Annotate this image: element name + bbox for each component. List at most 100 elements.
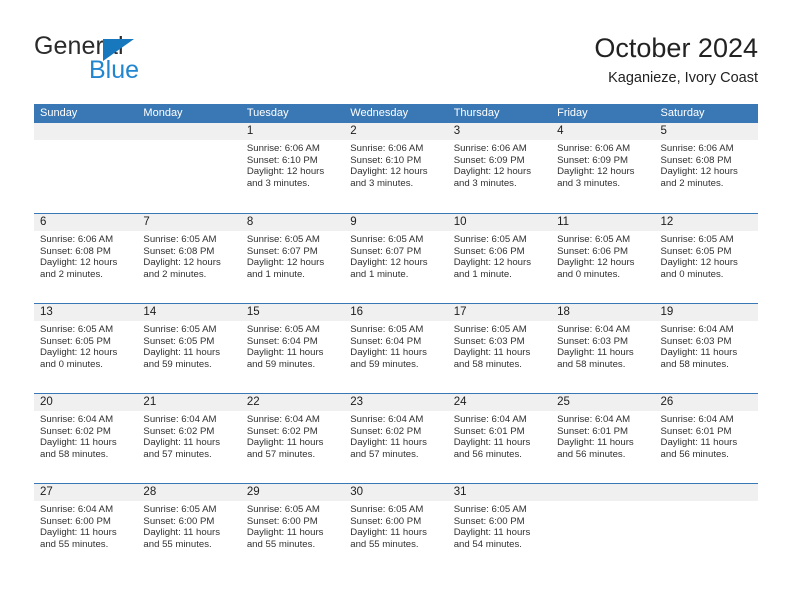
day-cell-empty (34, 123, 137, 213)
calendar-weeks: 1 Sunrise: 6:06 AM Sunset: 6:10 PM Daylight… (34, 123, 758, 573)
day-cell-11[interactable]: 11 Sunrise: 6:05 AM Sunset: 6:06 PM Dayligh… (551, 214, 654, 303)
day-detail-line: and 0 minutes. (40, 358, 103, 370)
day-details: Sunrise: 6:06 AM Sunset: 6:09 PM Daylight:… (557, 143, 652, 189)
day-details: Sunrise: 6:06 AM Sunset: 6:08 PM Daylight:… (661, 143, 756, 189)
weekday-header-thursday: Thursday (453, 107, 500, 119)
day-detail-line: Sunrise: 6:06 AM (557, 143, 631, 154)
day-detail-line: Sunrise: 6:04 AM (246, 414, 320, 425)
day-details: Sunrise: 6:06 AM Sunset: 6:10 PM Daylight:… (247, 143, 342, 189)
day-cell-29[interactable]: 29 Sunrise: 6:05 AM Sunset: 6:00 PM Dayligh… (241, 484, 344, 573)
day-detail-line: and 58 minutes. (660, 358, 729, 370)
day-detail-line: Sunset: 6:07 PM (246, 245, 318, 257)
day-cell-19[interactable]: 19 Sunrise: 6:04 AM Sunset: 6:03 PM Dayligh… (655, 304, 758, 393)
day-detail-line: Sunrise: 6:05 AM (350, 324, 424, 335)
day-detail-line: Daylight: 11 hours (40, 527, 117, 539)
day-detail-line: Sunset: 6:03 PM (557, 335, 629, 347)
day-detail-line: Sunrise: 6:04 AM (40, 504, 114, 515)
day-detail-line: Sunrise: 6:05 AM (143, 234, 217, 245)
day-detail-line: and 56 minutes. (453, 448, 522, 460)
day-cell-2[interactable]: 2 Sunrise: 6:06 AM Sunset: 6:10 PM Daylight… (344, 123, 447, 213)
day-cell-17[interactable]: 17 Sunrise: 6:05 AM Sunset: 6:03 PM Dayligh… (448, 304, 551, 393)
day-cell-14[interactable]: 14 Sunrise: 6:05 AM Sunset: 6:05 PM Dayligh… (137, 304, 240, 393)
day-details: Sunrise: 6:05 AM Sunset: 6:07 PM Daylight:… (350, 234, 445, 280)
day-detail-line: and 59 minutes. (143, 358, 212, 370)
calendar-week-row: 13 Sunrise: 6:05 AM Sunset: 6:05 PM Dayligh… (34, 303, 758, 393)
day-cell-6[interactable]: 6 Sunrise: 6:06 AM Sunset: 6:08 PM Daylight… (34, 214, 137, 303)
day-detail-line: Sunset: 6:10 PM (350, 154, 422, 166)
day-details: Sunrise: 6:05 AM Sunset: 6:05 PM Daylight:… (143, 324, 238, 370)
day-cell-31[interactable]: 31 Sunrise: 6:05 AM Sunset: 6:00 PM Dayligh… (448, 484, 551, 573)
day-cell-28[interactable]: 28 Sunrise: 6:05 AM Sunset: 6:00 PM Dayligh… (137, 484, 240, 573)
day-detail-line: Sunset: 6:08 PM (143, 245, 215, 257)
day-detail-line: and 1 minute. (246, 268, 305, 280)
day-detail-line: Sunrise: 6:06 AM (350, 143, 424, 154)
day-number: 20 (40, 396, 53, 408)
day-cell-15[interactable]: 15 Sunrise: 6:05 AM Sunset: 6:04 PM Dayligh… (241, 304, 344, 393)
day-cell-12[interactable]: 12 Sunrise: 6:05 AM Sunset: 6:05 PM Dayligh… (655, 214, 758, 303)
day-number: 10 (453, 216, 467, 228)
day-detail-line: Sunset: 6:00 PM (246, 515, 318, 527)
day-detail-line: Sunset: 6:06 PM (453, 245, 525, 257)
day-cell-16[interactable]: 16 Sunrise: 6:05 AM Sunset: 6:04 PM Dayligh… (344, 304, 447, 393)
day-cell-25[interactable]: 25 Sunrise: 6:04 AM Sunset: 6:01 PM Dayligh… (551, 394, 654, 483)
day-number: 8 (246, 216, 254, 228)
day-detail-line: Daylight: 11 hours (143, 527, 221, 539)
day-detail-line: Daylight: 12 hours (40, 257, 118, 269)
day-detail-line: Sunset: 6:04 PM (246, 335, 318, 347)
day-cell-21[interactable]: 21 Sunrise: 6:04 AM Sunset: 6:02 PM Dayligh… (137, 394, 240, 483)
day-detail-line: Daylight: 11 hours (246, 527, 324, 539)
page-subtitle: Kaganieze, Ivory Coast (608, 70, 758, 86)
day-details: Sunrise: 6:04 AM Sunset: 6:03 PM Daylight:… (557, 324, 652, 370)
day-cell-13[interactable]: 13 Sunrise: 6:05 AM Sunset: 6:05 PM Dayligh… (34, 304, 137, 393)
weekday-header-monday: Monday (143, 107, 183, 119)
day-detail-line: and 58 minutes. (557, 358, 626, 370)
day-cell-4[interactable]: 4 Sunrise: 6:06 AM Sunset: 6:09 PM Daylight… (551, 123, 654, 213)
day-cell-24[interactable]: 24 Sunrise: 6:04 AM Sunset: 6:01 PM Dayligh… (448, 394, 551, 483)
day-details: Sunrise: 6:05 AM Sunset: 6:07 PM Daylight:… (247, 234, 342, 280)
day-cell-7[interactable]: 7 Sunrise: 6:05 AM Sunset: 6:08 PM Daylight… (137, 214, 240, 303)
day-detail-line: Daylight: 12 hours (660, 257, 738, 269)
day-details: Sunrise: 6:04 AM Sunset: 6:02 PM Daylight:… (143, 414, 238, 460)
day-detail-line: and 0 minutes. (557, 268, 621, 280)
day-details: Sunrise: 6:06 AM Sunset: 6:09 PM Daylight:… (454, 143, 549, 189)
day-detail-line: Sunrise: 6:05 AM (557, 234, 631, 245)
day-cell-30[interactable]: 30 Sunrise: 6:05 AM Sunset: 6:00 PM Dayligh… (344, 484, 447, 573)
day-detail-line: Sunrise: 6:04 AM (660, 324, 734, 335)
day-cell-27[interactable]: 27 Sunrise: 6:04 AM Sunset: 6:00 PM Dayligh… (34, 484, 137, 573)
day-detail-line: Daylight: 11 hours (660, 347, 738, 359)
calendar-week-row: 20 Sunrise: 6:04 AM Sunset: 6:02 PM Dayligh… (34, 393, 758, 483)
day-cell-9[interactable]: 9 Sunrise: 6:05 AM Sunset: 6:07 PM Daylight… (344, 214, 447, 303)
day-detail-line: Sunrise: 6:04 AM (557, 414, 631, 425)
day-cell-10[interactable]: 10 Sunrise: 6:05 AM Sunset: 6:06 PM Dayligh… (448, 214, 551, 303)
day-details: Sunrise: 6:05 AM Sunset: 6:05 PM Daylight:… (40, 324, 135, 370)
day-detail-line: Sunrise: 6:05 AM (453, 504, 527, 515)
day-detail-line: Daylight: 12 hours (557, 166, 635, 178)
day-cell-23[interactable]: 23 Sunrise: 6:04 AM Sunset: 6:02 PM Dayligh… (344, 394, 447, 483)
day-number: 15 (246, 306, 260, 318)
day-cell-1[interactable]: 1 Sunrise: 6:06 AM Sunset: 6:10 PM Daylight… (241, 123, 344, 213)
day-detail-line: Sunrise: 6:05 AM (660, 234, 734, 245)
day-details: Sunrise: 6:04 AM Sunset: 6:01 PM Daylight:… (454, 414, 549, 460)
day-detail-line: Sunset: 6:01 PM (453, 425, 525, 437)
day-detail-line: Sunset: 6:08 PM (40, 245, 111, 257)
day-cell-empty (655, 484, 758, 573)
day-number: 23 (350, 396, 364, 408)
day-detail-line: Sunset: 6:02 PM (246, 425, 318, 437)
day-detail-line: Sunrise: 6:04 AM (40, 414, 114, 425)
weekday-header-row: Sunday Monday Tuesday Wednesday Thursday Frid… (34, 104, 758, 123)
day-cell-26[interactable]: 26 Sunrise: 6:04 AM Sunset: 6:01 PM Dayligh… (655, 394, 758, 483)
day-cell-22[interactable]: 22 Sunrise: 6:04 AM Sunset: 6:02 PM Dayligh… (241, 394, 344, 483)
day-detail-line: and 58 minutes. (453, 358, 522, 370)
day-detail-line: and 1 minute. (453, 268, 512, 280)
day-cell-18[interactable]: 18 Sunrise: 6:04 AM Sunset: 6:03 PM Dayligh… (551, 304, 654, 393)
day-number: 12 (660, 216, 674, 228)
day-cell-8[interactable]: 8 Sunrise: 6:05 AM Sunset: 6:07 PM Daylight… (241, 214, 344, 303)
day-cell-20[interactable]: 20 Sunrise: 6:04 AM Sunset: 6:02 PM Dayligh… (34, 394, 137, 483)
day-cell-3[interactable]: 3 Sunrise: 6:06 AM Sunset: 6:09 PM Daylight… (448, 123, 551, 213)
day-detail-line: and 59 minutes. (246, 358, 316, 370)
day-cell-5[interactable]: 5 Sunrise: 6:06 AM Sunset: 6:08 PM Daylight… (655, 123, 758, 213)
day-details: Sunrise: 6:05 AM Sunset: 6:06 PM Daylight:… (454, 234, 549, 280)
day-detail-line: and 55 minutes. (246, 538, 316, 550)
day-number: 5 (660, 125, 667, 137)
day-details: Sunrise: 6:04 AM Sunset: 6:02 PM Daylight:… (350, 414, 445, 460)
